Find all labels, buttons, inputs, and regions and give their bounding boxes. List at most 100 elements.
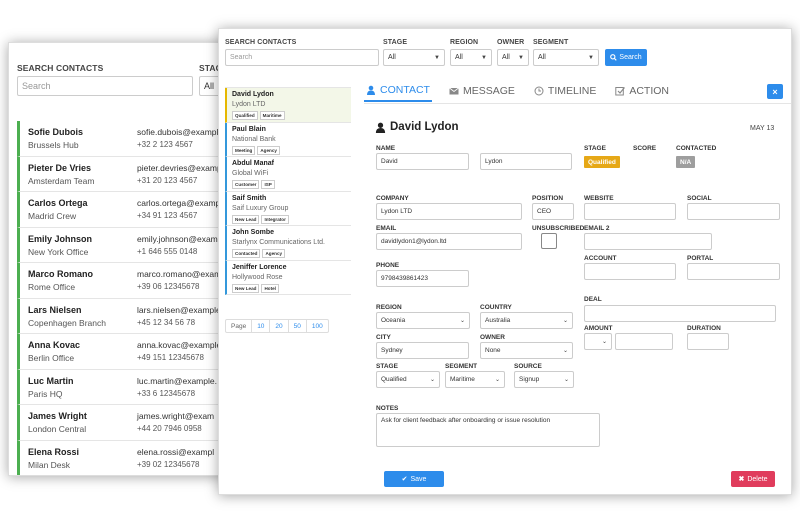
owner-select[interactable]: None ⌄ [480, 342, 573, 359]
chevron-down-icon: ⌄ [459, 318, 465, 324]
search-contacts-label: SEARCH CONTACTS [225, 39, 297, 46]
email-field[interactable]: davidlydon1@lydon.ltd [376, 233, 522, 250]
list-item[interactable]: Pieter De Vries Amsterdam Team pieter.devr… [17, 156, 226, 192]
duration-label: DURATION [687, 325, 721, 332]
social-field[interactable] [687, 203, 780, 220]
chevron-down-icon: ⌄ [562, 318, 568, 324]
source-select[interactable]: Signup ⌄ [514, 371, 574, 388]
contact-name: Carlos Ortega [28, 198, 88, 208]
email2-field[interactable] [584, 233, 712, 250]
search-input[interactable]: Search [225, 49, 379, 66]
region-select[interactable]: Oceania ⌄ [376, 312, 470, 329]
stage-badge: Qualified [584, 156, 620, 168]
chevron-down-icon: ⌄ [563, 377, 569, 383]
website-field[interactable] [584, 203, 676, 220]
tab-timeline[interactable]: TIMELINE [532, 80, 598, 102]
tab-action[interactable]: ACTION [613, 80, 671, 102]
segment-select[interactable]: Maritime ⌄ [445, 371, 505, 388]
city-field[interactable]: Sydney [376, 342, 469, 359]
contact-email: pieter.devries@example [137, 162, 226, 173]
contact-tag: Contacted [232, 249, 261, 258]
page-size-50[interactable]: 50 [289, 320, 307, 332]
region-filter-select[interactable]: All ▼ [450, 49, 492, 66]
stage-filter-select[interactable]: All ▼ [383, 49, 445, 66]
list-item[interactable]: Luc Martin Paris HQ luc.martin@example. +33… [17, 369, 225, 405]
delete-button[interactable]: ✖ Delete [731, 471, 775, 487]
first-name-field[interactable]: David [376, 153, 469, 170]
phone-field[interactable]: 9798439861423 [376, 270, 469, 287]
close-button[interactable]: × [767, 84, 783, 99]
contact-title: David Lydon [375, 121, 459, 133]
page-size-100[interactable]: 100 [307, 320, 328, 332]
contact-tag: Customer [232, 180, 260, 189]
list-item[interactable]: Lars Nielsen Copenhagen Branch lars.nielse… [17, 298, 225, 334]
search-input[interactable]: Search [17, 76, 193, 96]
contact-tag: New Lead [232, 283, 260, 293]
delete-button-label: Delete [747, 475, 768, 483]
background-contacts-window: SEARCH CONTACTS Search STAG All Sofie Du… [8, 42, 226, 476]
contact-tag: New Lead [232, 214, 260, 224]
contact-team: New York Office [28, 246, 89, 257]
unsubscribed-checkbox[interactable] [541, 233, 557, 249]
currency-select[interactable]: ⌄ [584, 333, 612, 350]
list-item[interactable]: Marco Romano Rome Office marco.romano@exam… [17, 263, 225, 299]
contact-phone: +39 02 12345678 [137, 459, 200, 469]
list-item[interactable]: Elena Rossi Milan Desk elena.rossi@exampl +… [17, 440, 225, 475]
contact-phone: +31 20 123 4567 [137, 175, 198, 185]
contact-company: National Bank [232, 135, 276, 143]
search-button[interactable]: Search [605, 49, 647, 66]
contact-name: David Lydon [232, 91, 274, 98]
company-field[interactable]: Lydon LTD [376, 203, 522, 220]
contact-team: London Central [28, 424, 87, 434]
tab-contact[interactable]: CONTACT [364, 80, 432, 102]
region-label: REGION [376, 304, 402, 311]
list-item[interactable]: James Wright London Central james.wright@e… [17, 405, 225, 441]
contact-list-item[interactable]: Paul Blain National Bank Meeting Agency [225, 122, 351, 157]
segment-filter-select[interactable]: All ▼ [533, 49, 599, 66]
contact-tags: Contacted Agency [232, 249, 351, 258]
list-item[interactable]: Anna Kovac Berlin Office anna.kovac@exampl… [17, 334, 225, 370]
contact-list-item[interactable]: John Sombe Starlynx Communications Ltd. Co… [225, 226, 351, 261]
contact-list-item[interactable]: Abdul Manaf Global WiFi Customer ISP [225, 157, 351, 192]
owner-label: OWNER [480, 334, 505, 341]
list-item[interactable]: Emily Johnson New York Office emily.johnso… [17, 227, 225, 263]
contact-list-item[interactable]: Saif Smith Saif Luxury Group New Lead Integ… [225, 191, 351, 226]
owner-filter-select[interactable]: All ▼ [497, 49, 529, 66]
country-select[interactable]: Australia ⌄ [480, 312, 573, 329]
tab-message-label: MESSAGE [462, 85, 515, 97]
save-button[interactable]: ✔ Save [384, 471, 444, 487]
search-contacts-label: SEARCH CONTACTS [17, 63, 104, 73]
contact-tags: New Lead Hotel [232, 283, 351, 293]
contact-tag: Maritime [259, 111, 285, 120]
notes-field[interactable]: Ask for client feedback after onboarding… [376, 413, 600, 447]
list-item[interactable]: Carlos Ortega Madrid Crew carlos.ortega@ex… [17, 192, 225, 228]
contact-name: Marco Romano [28, 269, 94, 279]
contact-tags: New Lead Integrator [232, 214, 351, 224]
contact-team: Brussels Hub [28, 140, 79, 150]
source-value: Signup [519, 376, 540, 383]
contacted-label: CONTACTED [676, 145, 717, 152]
position-field[interactable]: CEO [532, 203, 574, 220]
tab-message[interactable]: MESSAGE [447, 80, 517, 102]
account-field[interactable] [584, 263, 676, 280]
contact-tag: Agency [262, 249, 286, 258]
amount-field[interactable] [615, 333, 673, 350]
portal-field[interactable] [687, 263, 780, 280]
stage-select-label: STAGE [376, 363, 398, 370]
last-name-field[interactable]: Lydon [480, 153, 572, 170]
contact-list-item[interactable]: Jeniffer Lorence Hollywood Rose New Lead Ho… [225, 260, 351, 295]
detail-tabs: CONTACT MESSAGE TIMELINE ACTION [364, 80, 791, 104]
contact-company: Hollywood Rose [232, 273, 283, 281]
contact-name: John Sombe [232, 229, 275, 236]
contact-list-item[interactable]: David Lydon Lydon LTD Qualified Maritime [225, 88, 351, 123]
close-icon: ✖ [738, 476, 745, 483]
deal-field[interactable] [584, 305, 776, 322]
contact-manager-window: SEARCH CONTACTS Search STAGE All ▼ REGION… [218, 28, 792, 495]
list-item[interactable]: Sofie Dubois Brussels Hub sofie.dubois@exa… [17, 121, 225, 157]
page-size-10[interactable]: 10 [252, 320, 271, 332]
page-size-20[interactable]: 20 [270, 320, 289, 332]
contact-team: Amsterdam Team [28, 175, 95, 186]
contact-tag: Hotel [261, 283, 279, 293]
stage-select[interactable]: Qualified ⌄ [376, 371, 440, 388]
duration-field[interactable] [687, 333, 729, 350]
